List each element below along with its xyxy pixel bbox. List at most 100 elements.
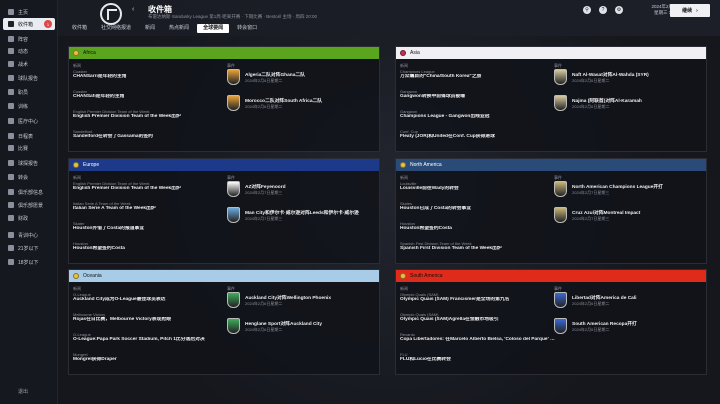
news-item[interactable]: Coaster CHANSarri是年轻的主角 [73, 69, 228, 80]
region-header: South America [396, 270, 706, 282]
sidebar-item-medical[interactable]: 医疗中心 [3, 115, 55, 127]
news-item[interactable]: Gangwon Champions League - Gangwon出线亚冠 [400, 109, 555, 120]
sidebar-item-club-info[interactable]: 俱乐部信息 [3, 186, 55, 198]
sidebar-item-calendar[interactable]: 日程表 [3, 130, 55, 142]
tab-2[interactable]: 新闻 [139, 24, 161, 33]
sidebar-item-finance[interactable]: 财政 [3, 212, 55, 224]
news-item[interactable]: Houston Houston希望签约Costa [73, 241, 228, 252]
sidebar-item-u21[interactable]: 21岁以下 [3, 242, 55, 254]
news-headline: FLU和Lúcio在比赛转会 [400, 357, 451, 362]
youth-icon [8, 232, 14, 238]
event-title: North American Champions League开打 [572, 185, 663, 190]
news-item[interactable]: O-League Auckland City成为O-League最佳球员表达 [73, 292, 228, 303]
help-icon[interactable]: ? [599, 6, 607, 14]
sidebar-item-report[interactable]: 球队报告 [3, 72, 55, 84]
news-item[interactable]: Gangwon Gangwon转换中前锋球员被曝 [400, 89, 555, 100]
event-title: Naft Al-Wasat对阵Al-Wahda (SYR) [572, 73, 649, 78]
news-item[interactable]: Coaster CHANSafi是年轻的主角 [73, 89, 228, 100]
news-item[interactable]: Olympic Quais (SAM) Olympic Quais (SAM) F… [400, 292, 555, 303]
event-item[interactable]: Naft Al-Wasat对阵Al-Wahda (SYR) 2024年2月6日星期… [554, 69, 704, 87]
club-crest-icon [227, 181, 240, 197]
news-item[interactable]: English Premier Division Team of the Wee… [73, 181, 228, 192]
news-item[interactable]: O-League O-League:Papa Park Soccer Stadiu… [73, 332, 228, 343]
news-headline: English Premier Division Team of the Wee… [73, 186, 181, 191]
dynamics-icon [8, 48, 14, 54]
back-arrow-icon[interactable]: ‹ [132, 6, 134, 13]
search-icon[interactable]: ⚲ [583, 6, 591, 14]
region-panel-oceania: Oceania 新闻 事件 O-League Auckland City成为O-Leag… [68, 269, 380, 375]
news-item[interactable]: Olympic Quais (SAM) Olympic Quais (SAM)Ag… [400, 312, 555, 323]
region-panel-north-america: North America 新闻 事件 Louisville Louisville前往W… [395, 158, 707, 264]
news-item[interactable]: Spanish First Division Team of the Week S… [400, 241, 555, 252]
news-item[interactable]: Melbourne Victory Rojas在日比赛，Melbourne Vic… [73, 312, 228, 323]
sidebar-item-squad[interactable]: 阵容 [3, 33, 55, 45]
event-item[interactable]: AZ对阵Feyenoord 2024年2月7日星期三 [227, 181, 377, 199]
news-headline: Spanish First Division Team of the Week出… [400, 246, 502, 251]
sidebar-item-label: 18岁以下 [18, 259, 39, 266]
global-news-grid: Africa 新闻 事件 Coaster CHANSarri是年轻的主角 Coaster C… [58, 36, 720, 404]
news-headline: Houston希望签约Costa [400, 226, 452, 231]
region-flag-icon [400, 162, 406, 168]
sidebar-item-dynamics[interactable]: 动态 [3, 45, 55, 57]
event-title: Henglane Sport对阵Auckland City [245, 322, 323, 327]
region-flag-icon [400, 273, 406, 279]
sidebar-item-staff[interactable]: 职员 [3, 86, 55, 98]
news-item[interactable]: Revanto Copa Libertadores: 在Marcelo Alber… [400, 332, 555, 343]
sidebar-item-vision[interactable]: 俱乐部愿景 [3, 199, 55, 211]
sidebar-item-label: 俱乐部愿景 [18, 202, 44, 209]
exit-button[interactable]: 退出 [18, 388, 38, 396]
news-item[interactable]: Champions League 万众瞩目的"China/South Korea"… [400, 69, 555, 80]
tab-3[interactable]: 热点新闻 [163, 24, 195, 33]
sidebar-item-home[interactable]: 主页 [3, 6, 55, 18]
tab-1[interactable]: 社交网络报道 [95, 24, 137, 33]
news-item[interactable]: Skales Houston已成了Costa的转会事宜 [400, 201, 555, 212]
event-item[interactable]: Morocco二队对阵South Africa二队 2024年2月6日星期二 [227, 95, 377, 113]
event-title: Libertad对阵America de Cali [572, 296, 637, 301]
event-date: 2024年2月6日星期二 [572, 301, 610, 306]
news-item[interactable]: Skater Houston外借了Costa的报道事宜 [73, 221, 228, 232]
event-title: AZ对阵Feyenoord [245, 185, 286, 190]
tab-4[interactable]: 全球要闻 [197, 24, 230, 33]
event-item[interactable]: Cruz Azul对阵Montreal Impact 2024年2月7日星期三 [554, 207, 704, 225]
sidebar-item-u18[interactable]: 18岁以下 [3, 256, 55, 268]
settings-icon[interactable]: ⚙ [615, 6, 623, 14]
event-date: 2024年2月7日星期三 [572, 216, 610, 221]
u18-icon [8, 259, 14, 265]
news-headline: Olympic Quais (SAM)Agrella在金融市场吸引 [400, 317, 499, 322]
event-item[interactable]: Algeria二队对阵Ghana二队 2024年2月6日星期二 [227, 69, 377, 87]
continue-button[interactable]: 继续 › [670, 4, 710, 17]
event-item[interactable]: Libertad对阵America de Cali 2024年2月6日星期二 [554, 292, 704, 310]
event-date: 2024年2月6日星期二 [245, 327, 283, 332]
news-item[interactable]: Conf. Cup Fleaty (JOR)和United在Conf. Cup获得… [400, 129, 555, 140]
sidebar-item-tactics[interactable]: 战术 [3, 58, 55, 70]
finance-icon [8, 215, 14, 221]
sidebar-item-label: 职员 [18, 89, 29, 96]
region-header: Europe [69, 159, 379, 171]
sidebar-item-transfer[interactable]: 转会 [3, 171, 55, 183]
event-item[interactable]: Auckland City对阵Wellington Phoenix 2024年2月… [227, 292, 377, 310]
news-item[interactable]: Italian Serie A Team of the Week Italian … [73, 201, 228, 212]
event-item[interactable]: North American Champions League开打 2024年2月… [554, 181, 704, 199]
news-item[interactable]: FLU FLU和Lúcio在比赛转会 [400, 352, 555, 363]
event-item[interactable]: Man City和伊尔卡·威尔逊对阵Leeds和伊尔卡·威尔逊 2024年2月7日… [227, 207, 377, 225]
event-item[interactable]: Najma (阿联酋)对阵Al-Karamah 2024年2月6日星期二 [554, 95, 704, 113]
tab-5[interactable]: 转会窗口 [231, 24, 263, 33]
news-item[interactable]: Mongrel Mongrel获得Draper [73, 352, 228, 363]
news-item[interactable]: Sandelford Sandelford在转会了Gassama的签约 [73, 129, 228, 140]
sidebar-item-label: 比赛 [18, 145, 29, 152]
news-item[interactable]: Houston Houston希望签约Costa [400, 221, 555, 232]
club-crest-icon [227, 292, 240, 308]
club-crest-icon [554, 69, 567, 85]
news-item[interactable]: Louisville Louisville前往Wady的转会 [400, 181, 555, 192]
sidebar-item-inbox[interactable]: 收件箱 1 [3, 18, 55, 30]
sidebar-item-youth[interactable]: 青训中心 [3, 229, 55, 241]
sidebar-item-competitions[interactable]: 比赛 [3, 142, 55, 154]
news-item[interactable]: English Premier Division Team of the Wee… [73, 109, 228, 120]
sidebar-item-scouting[interactable]: 球探报告 [3, 157, 55, 169]
event-date: 2024年2月7日星期三 [245, 190, 283, 195]
tab-0[interactable]: 收件箱 [66, 24, 93, 33]
sidebar-item-training[interactable]: 训练 [3, 100, 55, 112]
club-crest-icon [227, 207, 240, 223]
event-item[interactable]: Henglane Sport对阵Auckland City 2024年2月6日星期… [227, 318, 377, 336]
event-item[interactable]: South American Recopa开打 2024年2月6日星期二 [554, 318, 704, 336]
